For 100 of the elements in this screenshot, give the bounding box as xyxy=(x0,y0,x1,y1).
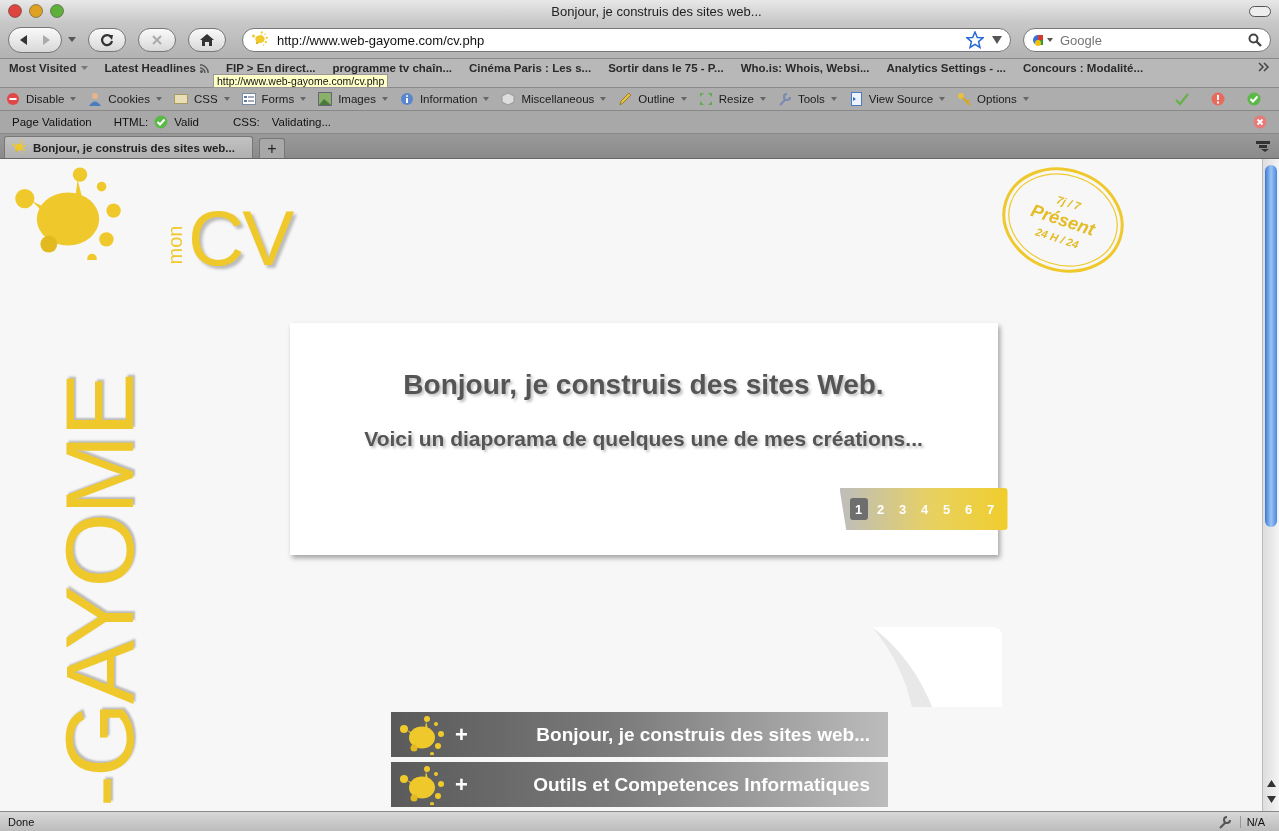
toolbar-menu[interactable]: Forms xyxy=(241,92,307,106)
feed-icon xyxy=(199,63,209,73)
image-icon xyxy=(318,92,333,106)
browser-tab[interactable]: Bonjour, je construis des sites web... xyxy=(4,136,253,158)
check-circle-icon xyxy=(154,115,169,129)
dropdown-caret-icon xyxy=(483,97,490,101)
wrench-icon[interactable] xyxy=(1217,814,1232,829)
home-button[interactable] xyxy=(188,28,226,52)
bookmark-link[interactable]: Cinéma Paris : Les s... xyxy=(469,62,592,74)
document-icon xyxy=(848,92,863,106)
bookmark-link[interactable]: Analytics Settings - ... xyxy=(886,62,1006,74)
logo-text: CV xyxy=(187,199,293,277)
person-icon xyxy=(88,92,103,106)
slide-heading: Bonjour, je construis des sites Web. xyxy=(403,369,884,401)
dropdown-caret-icon xyxy=(381,97,388,101)
home-icon xyxy=(200,33,214,47)
info-icon xyxy=(399,92,414,106)
bookmark-link[interactable]: Latest Headlines xyxy=(104,62,209,74)
bookmark-star-icon xyxy=(966,31,984,49)
close-button[interactable] xyxy=(8,4,22,18)
status-indicator: N/A xyxy=(1239,815,1271,828)
section-bar[interactable]: + Bonjour, je construis des sites web... xyxy=(391,712,888,757)
validation-title: Page Validation xyxy=(12,116,92,128)
back-icon xyxy=(18,34,30,46)
disable-icon xyxy=(6,92,20,106)
dropdown-caret-icon xyxy=(300,97,307,101)
scroll-down-icon xyxy=(1267,796,1276,803)
page-number[interactable]: 1 xyxy=(849,498,868,520)
toolbar-menu[interactable]: Tools xyxy=(777,92,837,106)
toolbar-menu[interactable]: Outline xyxy=(618,92,687,106)
scroll-up-icon xyxy=(1267,780,1276,787)
key-icon xyxy=(957,92,972,106)
close-icon[interactable] xyxy=(1253,115,1267,129)
url-text: http://www.web-gayome.com/cv.php xyxy=(277,32,486,48)
pencil-icon xyxy=(618,92,633,106)
scrollbar-thumb[interactable] xyxy=(1265,165,1277,527)
search-field[interactable]: Google xyxy=(1023,28,1271,52)
dropdown-caret-icon xyxy=(80,65,88,71)
bookmark-link[interactable]: Concours : Modalité... xyxy=(1022,62,1144,74)
tooltip: http://www.web-gayome.com/cv.php xyxy=(213,74,389,88)
toolbar-menu[interactable]: Information xyxy=(399,92,490,106)
address-bar[interactable]: http://www.web-gayome.com/cv.php xyxy=(242,28,1011,52)
dropdown-caret-icon xyxy=(155,97,162,101)
warning-icon[interactable] xyxy=(1211,92,1225,106)
stop-button[interactable] xyxy=(138,28,176,52)
dropdown-caret-icon xyxy=(680,97,687,101)
dropdown-caret-icon xyxy=(70,97,77,101)
html-status: Valid xyxy=(174,116,199,128)
zoom-button[interactable] xyxy=(50,4,64,18)
splash-icon xyxy=(11,139,27,156)
dropdown-caret-icon xyxy=(600,97,607,101)
toolbar-menu[interactable]: View Source xyxy=(848,92,946,106)
toolbar-menu[interactable]: Cookies xyxy=(88,92,162,106)
section-bar[interactable]: + Outils et Competences Informatiques xyxy=(391,762,888,807)
toolbar-toggle-button[interactable] xyxy=(1249,5,1271,17)
bookmark-link[interactable]: FIP > En direct... xyxy=(225,62,316,74)
window-title: Bonjour, je construis des sites web... xyxy=(550,3,763,19)
toolbar-menu[interactable]: Resize xyxy=(698,92,766,106)
html-label: HTML: xyxy=(113,116,149,128)
search-icon xyxy=(1248,33,1262,47)
minimize-button[interactable] xyxy=(29,4,43,18)
back-forward-buttons[interactable] xyxy=(8,27,62,53)
dropdown-caret-icon xyxy=(759,97,766,101)
bookmark-link[interactable]: programme tv chaîn... xyxy=(332,62,453,74)
resize-icon xyxy=(698,92,713,106)
toolbar-menu[interactable]: Miscellaneous xyxy=(501,92,607,106)
reload-button[interactable] xyxy=(88,28,126,52)
reload-icon xyxy=(100,33,114,47)
bookmark-link[interactable]: Most Visited xyxy=(9,62,88,74)
dropdown-caret-icon xyxy=(939,97,946,101)
close-icon xyxy=(150,33,164,47)
chevron-icon xyxy=(1258,62,1270,72)
dropdown-caret-icon xyxy=(992,36,1002,44)
splash-icon xyxy=(251,31,269,49)
tab-list-icon[interactable] xyxy=(1255,140,1271,152)
toolbar-menu[interactable]: Images xyxy=(318,92,388,106)
slide-subheading: Voici un diaporama de quelques une de mes créations... xyxy=(364,427,923,451)
vertical-logo-text: -GAYOME xyxy=(52,374,148,807)
form-icon xyxy=(241,92,256,106)
check-circle-icon[interactable] xyxy=(1247,92,1261,106)
logo-small-text: mon xyxy=(165,225,186,265)
forward-icon xyxy=(40,34,52,46)
new-tab-button[interactable]: + xyxy=(259,138,285,158)
wrench-icon xyxy=(777,92,792,106)
toolbar-menu[interactable]: CSS xyxy=(173,92,230,106)
bookmark-link[interactable]: Who.is: Whois, Websi... xyxy=(740,62,870,74)
status-text: Done xyxy=(8,815,35,828)
css-status: Validating... xyxy=(271,116,332,128)
dropdown-caret-icon xyxy=(830,97,837,101)
bookmark-link[interactable]: Sortir dans le 75 - P... xyxy=(608,62,724,74)
cube-icon xyxy=(501,92,516,106)
stylesheet-icon xyxy=(173,92,188,106)
css-label: CSS: xyxy=(232,116,260,128)
checkmark-icon[interactable] xyxy=(1175,92,1189,106)
scrollbar[interactable] xyxy=(1262,159,1279,811)
toolbar-menu[interactable]: Disable xyxy=(6,92,77,106)
search-input[interactable]: Google xyxy=(1058,31,1244,49)
toolbar-menu[interactable]: Options xyxy=(957,92,1029,106)
dropdown-caret-icon xyxy=(223,97,230,101)
search-engine-icon xyxy=(1032,32,1054,48)
